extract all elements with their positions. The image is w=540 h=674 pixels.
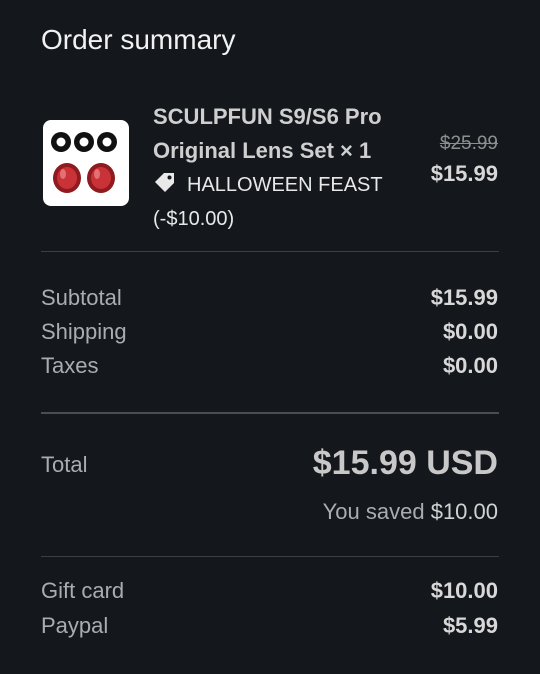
paypal-row: Paypal $5.99 xyxy=(41,613,498,643)
shipping-label: Shipping xyxy=(41,319,127,344)
lens-set-icon xyxy=(51,132,117,193)
taxes-label: Taxes xyxy=(41,353,99,378)
product-name: SCULPFUN S9/S6 Pro Original Lens Set × 1 xyxy=(153,104,382,163)
order-summary-panel: Order summary SCULPFUN S9/S6 Pro Origina… xyxy=(0,0,540,674)
discount-code: HALLOWEEN FEAST xyxy=(187,174,383,196)
saved-label: You saved xyxy=(322,499,425,524)
total-label: Total xyxy=(41,452,88,477)
product-thumbnail xyxy=(43,120,129,206)
divider xyxy=(41,556,499,557)
tag-icon xyxy=(153,171,177,204)
gift-card-value: $10.00 xyxy=(430,578,498,603)
divider xyxy=(41,412,499,414)
taxes-value: $0.00 xyxy=(442,353,498,378)
subtotal-value: $15.99 xyxy=(430,285,498,310)
page-title: Order summary xyxy=(41,24,236,55)
savings-text: You saved $10.00 xyxy=(323,499,498,525)
total-value: $15.99 USD xyxy=(312,444,498,482)
original-price: $25.99 xyxy=(439,133,498,154)
shipping-row: Shipping $0.00 xyxy=(41,319,498,349)
subtotal-label: Subtotal xyxy=(41,285,122,310)
discount-line: HALLOWEEN FEAST (-$10.00) xyxy=(153,170,413,234)
taxes-row: Taxes $0.00 xyxy=(41,353,498,383)
divider xyxy=(41,251,499,252)
gift-card-label: Gift card xyxy=(41,578,125,603)
discount-amount: (-$10.00) xyxy=(153,208,235,230)
subtotal-row: Subtotal $15.99 xyxy=(41,285,498,315)
paypal-value: $5.99 xyxy=(442,613,498,638)
paypal-label: Paypal xyxy=(41,613,109,638)
gift-card-row: Gift card $10.00 xyxy=(41,578,498,608)
shipping-value: $0.00 xyxy=(442,319,498,344)
product-price: $15.99 xyxy=(430,161,498,186)
saved-amount: $10.00 xyxy=(430,499,498,524)
